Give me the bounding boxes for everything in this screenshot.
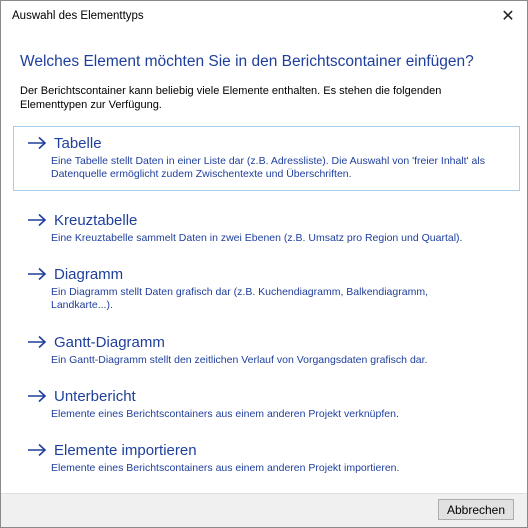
window-title: Auswahl des Elementtyps: [12, 10, 144, 22]
cancel-button[interactable]: Abbrechen: [438, 499, 514, 520]
option-label: Gantt-Diagramm: [54, 333, 165, 351]
title-bar: Auswahl des Elementtyps ✕: [1, 1, 527, 31]
option-list: Tabelle Eine Tabelle stellt Daten in ein…: [13, 126, 526, 487]
option-description: Ein Gantt-Diagramm stellt den zeitlichen…: [51, 354, 428, 366]
option-elemente-importieren[interactable]: Elemente importieren Elemente eines Beri…: [13, 433, 520, 487]
option-description: Elemente eines Berichtscontainers aus ei…: [51, 462, 400, 474]
dialog-footer: Abbrechen: [1, 493, 527, 527]
dialog-heading: Welches Element möchten Sie in den Beric…: [20, 53, 474, 70]
option-description: Ein Diagramm stellt Daten grafisch dar (…: [51, 286, 428, 311]
option-label: Unterbericht: [54, 387, 136, 405]
option-description: Elemente eines Berichtscontainers aus ei…: [51, 408, 399, 420]
option-label: Diagramm: [54, 265, 124, 283]
option-diagramm[interactable]: Diagramm Ein Diagramm stellt Daten grafi…: [13, 257, 520, 325]
intro-text: Der Berichtscontainer kann beliebig viel…: [20, 85, 442, 111]
option-tabelle[interactable]: Tabelle Eine Tabelle stellt Daten in ein…: [13, 126, 520, 191]
option-gantt-diagramm[interactable]: Gantt-Diagramm Ein Gantt-Diagramm stellt…: [13, 325, 520, 379]
option-label: Kreuztabelle: [54, 211, 138, 229]
arrow-right-icon: [28, 335, 47, 349]
arrow-right-icon: [28, 443, 47, 457]
element-type-dialog: Auswahl des Elementtyps ✕ Welches Elemen…: [0, 0, 528, 528]
option-description: Eine Kreuztabelle sammelt Daten in zwei …: [51, 232, 463, 244]
arrow-right-icon: [28, 136, 47, 150]
option-unterbericht[interactable]: Unterbericht Elemente eines Berichtscont…: [13, 379, 520, 433]
arrow-right-icon: [28, 213, 47, 227]
option-description: Eine Tabelle stellt Daten in einer Liste…: [51, 155, 485, 180]
option-label: Tabelle: [54, 134, 102, 152]
arrow-right-icon: [28, 389, 47, 403]
option-label: Elemente importieren: [54, 441, 197, 459]
arrow-right-icon: [28, 267, 47, 281]
close-icon[interactable]: ✕: [495, 3, 521, 29]
option-kreuztabelle[interactable]: Kreuztabelle Eine Kreuztabelle sammelt D…: [13, 203, 520, 257]
